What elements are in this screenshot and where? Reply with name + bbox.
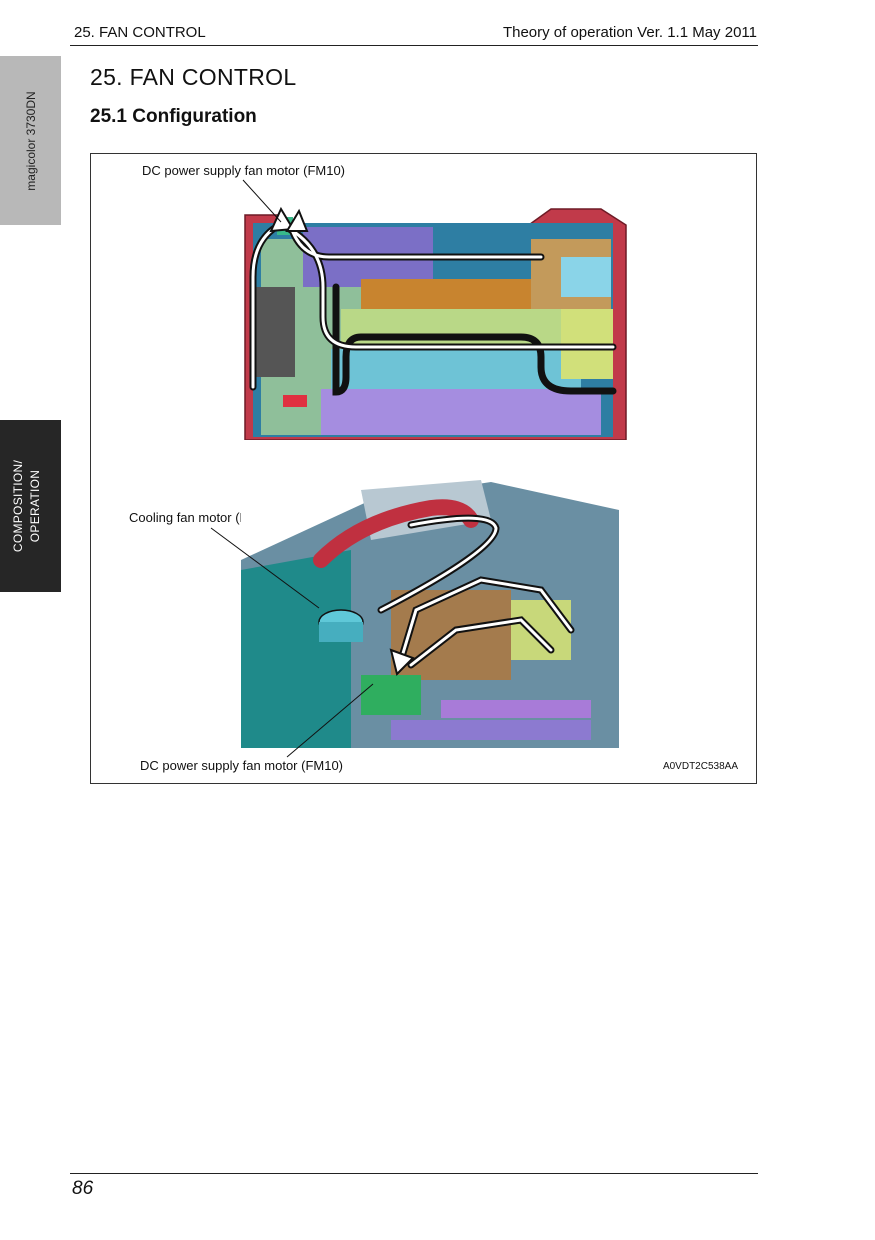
section-subtitle: 25.1 Configuration (90, 106, 257, 127)
side-tab-section-line2: OPERATION (28, 469, 42, 543)
configuration-figure: DC power supply fan motor (FM10) Cooling… (90, 153, 757, 784)
footer-divider (70, 1173, 758, 1174)
side-tab-model: magicolor 3730DN (0, 56, 61, 225)
leader-lines (210, 179, 374, 758)
side-tab-model-label: magicolor 3730DN (23, 90, 38, 191)
section-title: 25. FAN CONTROL (90, 64, 297, 90)
page-number: 86 (72, 1178, 94, 1199)
side-tab-section-line1: COMPOSITION/ (11, 459, 25, 553)
side-tab-section: COMPOSITION/ OPERATION (0, 420, 61, 592)
header-chapter: 25. FAN CONTROL (74, 24, 206, 41)
header-version: Theory of operation Ver. 1.1 May 2011 (502, 24, 757, 41)
header-divider (70, 45, 758, 46)
